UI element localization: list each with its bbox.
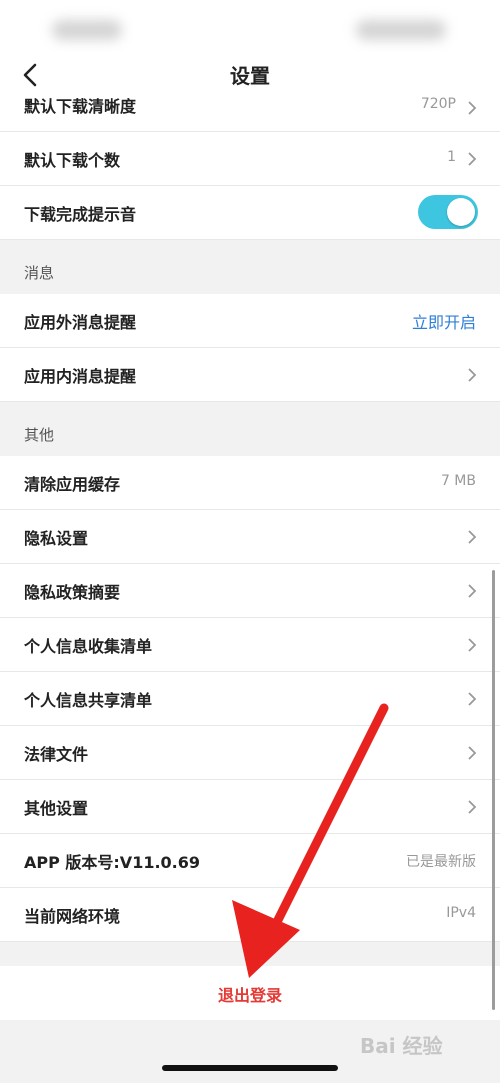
chevron-right-icon [468, 800, 477, 814]
network-value: IPv4 [446, 905, 476, 921]
list-item-label: 个人信息收集清单 [24, 637, 153, 656]
download-count-value: 1 [447, 149, 456, 165]
inside-message-row[interactable]: 应用内消息提醒 [0, 348, 500, 402]
chevron-right-icon [468, 584, 477, 598]
status-bar [0, 0, 500, 52]
download-sound-toggle[interactable] [418, 195, 478, 229]
list-item-label: 当前网络环境 [24, 907, 121, 926]
download-count-label: 默认下载个数 [24, 151, 121, 170]
network-environment-row: 当前网络环境 IPv4 [0, 888, 500, 942]
download-sound-label: 下载完成提示音 [24, 205, 137, 224]
download-sound-row: 下载完成提示音 [0, 186, 500, 240]
status-time-blur [52, 20, 122, 40]
list-item-label: APP 版本号:V11.0.69 [24, 853, 201, 872]
chevron-right-icon [468, 692, 477, 706]
personal-info-sharing-row[interactable]: 个人信息共享清单 [0, 672, 500, 726]
download-settings: 默认下载清晰度 720P 默认下载个数 1 下载完成提示音 消息 应用外消息提醒… [0, 96, 500, 942]
list-item-label: 其他设置 [24, 799, 89, 818]
list-item-label: 个人信息共享清单 [24, 691, 153, 710]
chevron-right-icon [468, 638, 477, 652]
home-indicator[interactable] [162, 1065, 338, 1071]
legal-documents-row[interactable]: 法律文件 [0, 726, 500, 780]
list-item-label: 清除应用缓存 [24, 475, 121, 494]
chevron-right-icon [468, 530, 477, 544]
section-header-messages: 消息 [0, 240, 500, 294]
download-count-row[interactable]: 默认下载个数 1 [0, 132, 500, 186]
list-item-label: 隐私政策摘要 [24, 583, 121, 602]
chevron-right-icon [468, 152, 477, 166]
section-header-other: 其他 [0, 402, 500, 456]
status-icons-blur [356, 20, 446, 40]
cache-size-value: 7 MB [440, 473, 476, 489]
privacy-policy-summary-row[interactable]: 隐私政策摘要 [0, 564, 500, 618]
inside-message-label: 应用内消息提醒 [24, 367, 137, 386]
list-item-label: 隐私设置 [24, 529, 89, 548]
section-header-label: 其他 [24, 426, 55, 444]
version-status-value: 已是最新版 [406, 854, 476, 870]
list-item-label: 法律文件 [24, 745, 89, 764]
chevron-right-icon [468, 368, 477, 382]
clear-cache-row[interactable]: 清除应用缓存 7 MB [0, 456, 500, 510]
section-header-label: 消息 [24, 264, 55, 282]
download-quality-label: 默认下载清晰度 [24, 97, 137, 116]
app-version-row[interactable]: APP 版本号:V11.0.69 已是最新版 [0, 834, 500, 888]
download-quality-value: 720P [420, 96, 456, 112]
download-quality-row[interactable]: 默认下载清晰度 720P [0, 96, 500, 132]
page-title: 设置 [230, 64, 270, 88]
toggle-knob [447, 198, 475, 226]
enable-now-link[interactable]: 立即开启 [412, 309, 476, 333]
logout-label: 退出登录 [217, 986, 282, 1005]
privacy-settings-row[interactable]: 隐私设置 [0, 510, 500, 564]
logout-button[interactable]: 退出登录 [0, 966, 500, 1020]
other-settings-row[interactable]: 其他设置 [0, 780, 500, 834]
baidu-watermark: Bai 经验 [360, 1034, 443, 1058]
scrollbar[interactable] [492, 570, 495, 1010]
chevron-right-icon [468, 746, 477, 760]
outside-message-row[interactable]: 应用外消息提醒 立即开启 [0, 294, 500, 348]
personal-info-collection-row[interactable]: 个人信息收集清单 [0, 618, 500, 672]
outside-message-label: 应用外消息提醒 [24, 313, 137, 332]
chevron-right-icon [468, 101, 477, 115]
